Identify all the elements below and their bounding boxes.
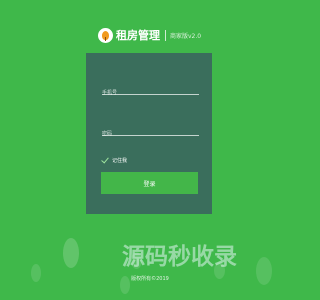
background-bubble	[63, 238, 79, 268]
password-field	[102, 120, 199, 142]
phone-input[interactable]	[102, 85, 199, 101]
logo-icon	[98, 27, 113, 43]
password-input[interactable]	[102, 126, 199, 142]
watermark-text: 源码秒收录	[122, 244, 237, 270]
brand-header: 租房管理 商家版v2.0	[98, 25, 201, 45]
app-version: 商家版v2.0	[170, 32, 202, 40]
copyright-footer: 版权所有©2019	[131, 276, 169, 282]
remember-me-checkbox[interactable]: 记住我	[101, 156, 127, 164]
phone-field	[102, 79, 199, 101]
app-name: 租房管理	[116, 29, 160, 42]
checkmark-icon	[101, 156, 109, 164]
remember-me-label: 记住我	[112, 157, 128, 164]
login-button[interactable]: 登录	[101, 172, 198, 194]
login-panel: 记住我 登录	[86, 53, 212, 214]
brand-divider	[165, 29, 166, 41]
